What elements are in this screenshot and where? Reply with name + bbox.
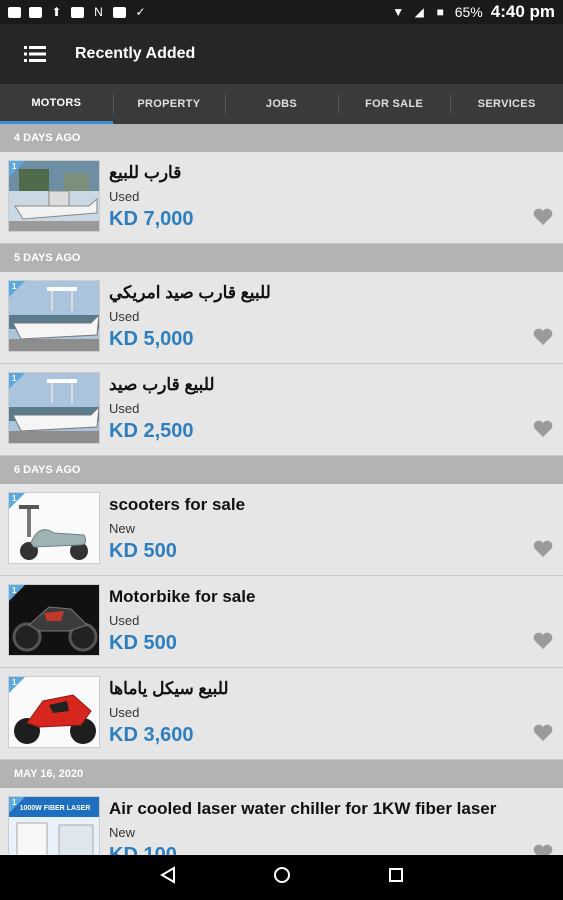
check-icon: ✓ <box>135 5 146 19</box>
listing-condition: Used <box>109 401 140 416</box>
favorite-heart-icon[interactable] <box>533 208 553 231</box>
list-item[interactable]: 1 Motorbike for sale Used KD 500 <box>0 576 563 668</box>
favorite-heart-icon[interactable] <box>533 724 553 747</box>
calendar-icon <box>113 6 126 19</box>
favorite-heart-icon[interactable] <box>533 540 553 563</box>
page-title: Recently Added <box>75 45 196 62</box>
listing-price: KD 500 <box>109 540 177 562</box>
section-header: 4 DAYS AGO <box>0 124 563 152</box>
listing-thumbnail: 1 <box>8 584 100 656</box>
listing-condition: Used <box>109 613 140 628</box>
listing-condition: Used <box>109 705 140 720</box>
listing-thumbnail: 1 <box>8 676 100 748</box>
tab-services[interactable]: SERVICES <box>450 84 563 124</box>
list-menu-icon[interactable] <box>0 24 70 84</box>
section-header: MAY 16, 2020 <box>0 760 563 788</box>
favorite-heart-icon[interactable] <box>533 328 553 351</box>
list-item[interactable]: 1 قارب للبيع Used KD 7,000 <box>0 152 563 244</box>
listing-title: Motorbike for sale <box>109 587 256 606</box>
listing-price: KD 2,500 <box>109 420 194 442</box>
list-item[interactable]: 1 للبيع قارب صيد امريكي Used KD 5,000 <box>0 272 563 364</box>
gallery-icon <box>8 6 21 19</box>
lock-icon: ■ <box>436 5 444 19</box>
listing-condition: Used <box>109 309 140 324</box>
battery-level: 65% <box>454 4 483 20</box>
wifi-icon: ▼ <box>392 5 405 19</box>
listing-list[interactable]: 4 DAYS AGO 1 قارب للبيع Used KD 7,000 5 … <box>0 124 563 855</box>
mail-icon <box>29 6 42 19</box>
listing-condition: Used <box>109 189 140 204</box>
listing-price: KD 500 <box>109 632 177 654</box>
listing-condition: New <box>109 825 136 840</box>
status-bar: ⬆ N ✓ ▼ ◢ ■ 65% 4:40 pm <box>0 0 563 24</box>
list-item[interactable]: 1 للبيع قارب صيد Used KD 2,500 <box>0 364 563 456</box>
pin-icon: ⬆ <box>51 5 62 19</box>
listing-thumbnail: 1 <box>8 280 100 352</box>
clock: 4:40 pm <box>490 2 555 21</box>
home-icon[interactable] <box>272 865 292 890</box>
tab-jobs[interactable]: JOBS <box>225 84 338 124</box>
listing-price: KD 3,600 <box>109 724 194 746</box>
list-item[interactable]: 1 scooters for sale New KD 500 <box>0 484 563 576</box>
tab-for-sale[interactable]: FOR SALE <box>337 84 451 124</box>
listing-title: للبيع سيكل ياماها <box>109 679 229 698</box>
list-item[interactable]: 1000W FIBER LASER 1 Air cooled laser wat… <box>0 788 563 855</box>
system-nav-bar <box>0 855 563 900</box>
listing-condition: New <box>109 521 136 536</box>
listing-price: KD 7,000 <box>109 208 194 230</box>
listing-thumbnail: 1 <box>8 492 100 564</box>
category-tabs: MOTORS PROPERTY JOBS FOR SALE SERVICES <box>0 84 563 124</box>
listing-price: KD 5,000 <box>109 328 194 350</box>
image-icon <box>71 6 84 19</box>
tab-property[interactable]: PROPERTY <box>112 84 226 124</box>
favorite-heart-icon[interactable] <box>533 420 553 443</box>
listing-title: للبيع قارب صيد امريكي <box>109 283 271 302</box>
listing-title: Air cooled laser water chiller for 1KW f… <box>109 799 497 818</box>
favorite-heart-icon[interactable] <box>533 844 553 855</box>
no-signal-icon: ◢ <box>414 5 424 19</box>
news-icon: N <box>94 5 103 19</box>
listing-price: KD 100 <box>109 844 177 855</box>
listing-title: للبيع قارب صيد <box>109 375 215 394</box>
tab-motors[interactable]: MOTORS <box>0 84 113 124</box>
section-header: 5 DAYS AGO <box>0 244 563 272</box>
app-bar: Recently Added <box>0 24 563 84</box>
thumbnail-banner-text: 1000W FIBER LASER <box>20 805 91 812</box>
recents-icon[interactable] <box>387 866 405 889</box>
favorite-heart-icon[interactable] <box>533 632 553 655</box>
listing-title: قارب للبيع <box>109 163 182 182</box>
listing-thumbnail: 1 <box>8 160 100 232</box>
listing-thumbnail: 1 <box>8 372 100 444</box>
listing-title: scooters for sale <box>109 495 246 514</box>
back-icon[interactable] <box>159 866 177 889</box>
list-item[interactable]: 1 للبيع سيكل ياماها Used KD 3,600 <box>0 668 563 760</box>
section-header: 6 DAYS AGO <box>0 456 563 484</box>
listing-thumbnail: 1000W FIBER LASER 1 <box>8 796 100 855</box>
